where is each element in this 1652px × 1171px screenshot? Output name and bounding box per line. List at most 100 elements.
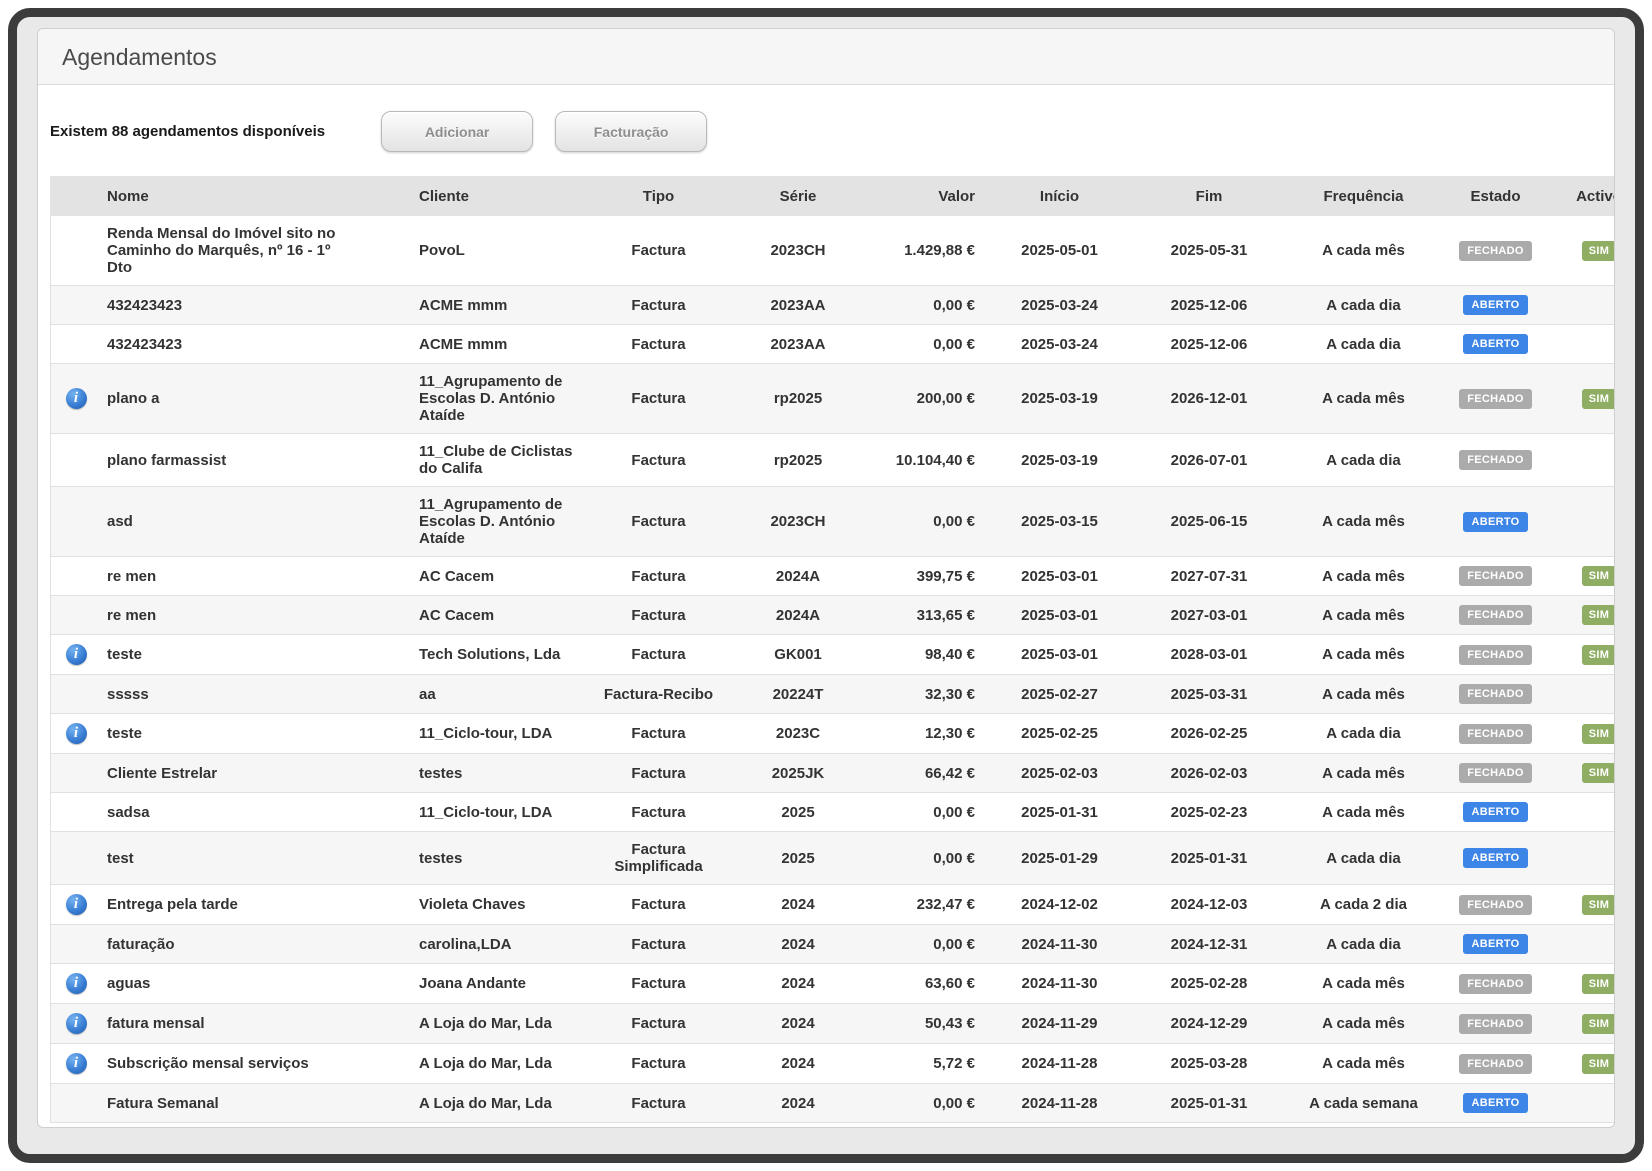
cell-activo <box>1544 925 1615 964</box>
estado-badge: FECHADO <box>1459 389 1532 409</box>
cell-cliente: 11_Agrupamento de Escolas D. António Ata… <box>413 487 585 557</box>
estado-badge: ABERTO <box>1463 334 1527 354</box>
table-row[interactable]: Fatura SemanalA Loja do Mar, LdaFactura2… <box>51 1084 1616 1123</box>
cell-cliente: testes <box>413 754 585 793</box>
table-row[interactable]: 432423423ACME mmmFactura2023AA0,00 €2025… <box>51 325 1616 364</box>
cell-fim: 2026-12-01 <box>1138 364 1280 434</box>
estado-badge: FECHADO <box>1459 974 1532 994</box>
info-cell <box>51 557 102 596</box>
cell-frequencia: A cada dia <box>1280 925 1447 964</box>
cell-nome: 432423423 <box>101 286 413 325</box>
table-row[interactable]: itesteTech Solutions, LdaFacturaGK00198,… <box>51 635 1616 675</box>
cell-nome: teste <box>101 714 413 754</box>
cell-activo <box>1544 286 1615 325</box>
info-icon[interactable]: i <box>66 1013 87 1034</box>
cell-valor: 50,43 € <box>864 1004 981 1044</box>
estado-badge: ABERTO <box>1463 934 1527 954</box>
nome-text: sssss <box>107 686 339 703</box>
table-row[interactable]: sadsa11_Ciclo-tour, LDAFactura20250,00 €… <box>51 793 1616 832</box>
info-cell: i <box>51 714 102 754</box>
info-icon[interactable]: i <box>66 973 87 994</box>
cell-tipo: Factura <box>585 434 732 487</box>
cell-activo: SIM <box>1544 216 1615 286</box>
cell-tipo: Factura <box>585 487 732 557</box>
cell-serie: 2024A <box>732 557 864 596</box>
table-row[interactable]: iaguasJoana AndanteFactura202463,60 €202… <box>51 964 1616 1004</box>
cell-tipo: Factura <box>585 557 732 596</box>
panel-header: Agendamentos <box>38 29 1614 85</box>
estado-badge: ABERTO <box>1463 295 1527 315</box>
cell-cliente: ACME mmm <box>413 286 585 325</box>
facturacao-button[interactable]: Facturação <box>555 111 707 152</box>
nome-text: re men <box>107 568 339 585</box>
estado-badge: ABERTO <box>1463 1093 1527 1113</box>
cell-activo: SIM <box>1544 635 1615 675</box>
cell-frequencia: A cada mês <box>1280 1004 1447 1044</box>
cell-inicio: 2025-03-15 <box>981 487 1138 557</box>
cell-activo: SIM <box>1544 754 1615 793</box>
cell-serie: 20224T <box>732 675 864 714</box>
nome-text: teste <box>107 725 339 742</box>
table-row[interactable]: Renda Mensal do Imóvel sito no Caminho d… <box>51 216 1616 286</box>
cell-cliente: 11_Agrupamento de Escolas D. António Ata… <box>413 364 585 434</box>
cell-fim: 2025-03-31 <box>1138 675 1280 714</box>
table-row[interactable]: plano farmassist11_Clube de Ciclistas do… <box>51 434 1616 487</box>
cell-activo <box>1544 675 1615 714</box>
table-row[interactable]: 432423423ACME mmmFactura2023AA0,00 €2025… <box>51 286 1616 325</box>
cell-fim: 2025-05-31 <box>1138 216 1280 286</box>
info-icon[interactable]: i <box>66 894 87 915</box>
info-cell <box>51 925 102 964</box>
estado-badge: FECHADO <box>1459 1054 1532 1074</box>
activo-badge: SIM <box>1582 763 1615 783</box>
cell-valor: 0,00 € <box>864 487 981 557</box>
table-row[interactable]: iEntrega pela tardeVioleta ChavesFactura… <box>51 885 1616 925</box>
table-row[interactable]: faturaçãocarolina,LDAFactura20240,00 €20… <box>51 925 1616 964</box>
cell-serie: rp2025 <box>732 434 864 487</box>
cell-fim: 2025-06-15 <box>1138 487 1280 557</box>
table-row[interactable]: iplano a11_Agrupamento de Escolas D. Ant… <box>51 364 1616 434</box>
cell-valor: 32,30 € <box>864 675 981 714</box>
cell-valor: 98,40 € <box>864 635 981 675</box>
cell-inicio: 2025-03-24 <box>981 286 1138 325</box>
adicionar-button[interactable]: Adicionar <box>381 111 533 152</box>
table-row[interactable]: ifatura mensalA Loja do Mar, LdaFactura2… <box>51 1004 1616 1044</box>
cell-cliente: PovoL <box>413 216 585 286</box>
table-row[interactable]: re menAC CacemFactura2024A399,75 €2025-0… <box>51 557 1616 596</box>
cell-frequencia: A cada dia <box>1280 325 1447 364</box>
table-row[interactable]: asd11_Agrupamento de Escolas D. António … <box>51 487 1616 557</box>
cell-cliente: ACME mmm <box>413 325 585 364</box>
cell-cliente: 11_Clube de Ciclistas do Califa <box>413 434 585 487</box>
table-row[interactable]: iteste11_Ciclo-tour, LDAFactura2023C12,3… <box>51 714 1616 754</box>
info-icon[interactable]: i <box>66 644 87 665</box>
cell-tipo: Factura Simplificada <box>585 832 732 885</box>
table-row[interactable]: re menAC CacemFactura2024A313,65 €2025-0… <box>51 596 1616 635</box>
info-icon[interactable]: i <box>66 723 87 744</box>
cell-estado: FECHADO <box>1447 216 1544 286</box>
cell-serie: 2023C <box>732 714 864 754</box>
column-header-blank <box>51 176 102 216</box>
cell-inicio: 2025-03-19 <box>981 364 1138 434</box>
info-icon[interactable]: i <box>66 388 87 409</box>
cell-serie: 2023AA <box>732 286 864 325</box>
table-row[interactable]: Cliente EstrelartestesFactura2025JK66,42… <box>51 754 1616 793</box>
cell-nome: sadsa <box>101 793 413 832</box>
cell-frequencia: A cada mês <box>1280 964 1447 1004</box>
cell-cliente: AC Cacem <box>413 557 585 596</box>
cell-frequencia: A cada mês <box>1280 487 1447 557</box>
cell-activo: SIM <box>1544 1004 1615 1044</box>
cell-nome: Renda Mensal do Imóvel sito no Caminho d… <box>101 216 413 286</box>
cell-serie: rp2025 <box>732 364 864 434</box>
cell-frequencia: A cada mês <box>1280 675 1447 714</box>
cell-activo <box>1544 1084 1615 1123</box>
activo-badge: SIM <box>1582 1014 1615 1034</box>
cell-tipo: Factura <box>585 885 732 925</box>
cell-nome: Subscrição mensal serviços <box>101 1044 413 1084</box>
cell-inicio: 2025-05-01 <box>981 216 1138 286</box>
cell-valor: 1.429,88 € <box>864 216 981 286</box>
info-icon[interactable]: i <box>66 1053 87 1074</box>
cell-estado: FECHADO <box>1447 364 1544 434</box>
table-row[interactable]: testtestesFactura Simplificada20250,00 €… <box>51 832 1616 885</box>
table-row[interactable]: iSubscrição mensal serviçosA Loja do Mar… <box>51 1044 1616 1084</box>
table-row[interactable]: sssssaaFactura-Recibo20224T32,30 €2025-0… <box>51 675 1616 714</box>
cell-nome: re men <box>101 557 413 596</box>
